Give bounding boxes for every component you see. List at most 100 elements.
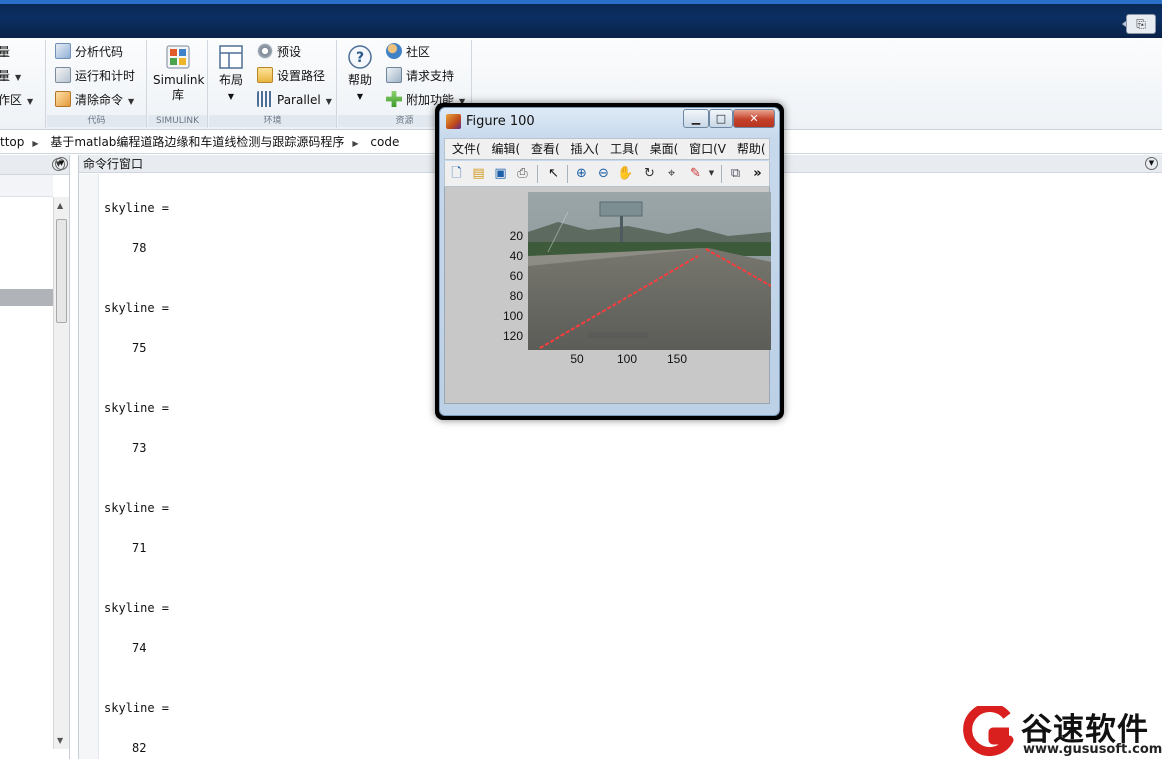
simulink-library-button[interactable]: Simulink 库 [153, 44, 204, 103]
app-title-bar: ⎘ [0, 0, 1162, 38]
chevron-down-icon: ▼ [27, 97, 34, 106]
output-value: 82 [132, 741, 147, 755]
current-folder-panel: ▼ ▲ ▼ [0, 155, 70, 759]
menu-desktop[interactable]: 桌面( [650, 142, 679, 156]
ribbon-group-label-code: 代码 [47, 115, 146, 127]
breadcrumb-item-desktop[interactable]: ttop [0, 135, 24, 149]
scroll-up-icon[interactable]: ▲ [57, 201, 63, 210]
x-tick-label: 100 [616, 352, 638, 366]
run-and-time-button[interactable]: 运行和计时 [55, 66, 135, 86]
pan-icon[interactable]: ✋ [617, 165, 634, 182]
figure-canvas[interactable]: 20 40 60 80 100 120 50 100 150 [444, 187, 772, 404]
help-button[interactable]: ? 帮助 ▼ [342, 44, 378, 104]
output-label: skyline = [104, 401, 170, 415]
output-value: 78 [132, 241, 147, 255]
menu-edit[interactable]: 编辑( [492, 142, 521, 156]
chevron-right-icon[interactable]: ▶ [32, 139, 38, 148]
road-image [528, 192, 772, 350]
figure-menu-bar: 文件( 编辑( 查看( 插入( 工具( 桌面( 窗口(V 帮助( ↘ [444, 138, 770, 160]
output-value: 73 [132, 441, 147, 455]
menu-insert[interactable]: 插入( [571, 142, 600, 156]
y-tick-label: 80 [509, 289, 523, 303]
chevron-down-icon[interactable]: ▼ [703, 165, 720, 182]
site-watermark-logo: 谷速软件 www.gususoft.com [963, 704, 1162, 759]
billboard [599, 201, 643, 217]
panel-menu-icon[interactable]: ▼ [55, 157, 68, 170]
rotate-icon[interactable]: ↻ [641, 165, 658, 182]
link-icon[interactable]: ⧉ [727, 165, 744, 182]
maximize-button[interactable]: □ [709, 109, 733, 128]
layout-icon [219, 45, 243, 69]
output-block: skyline = 73 [104, 401, 169, 455]
command-window-gutter [79, 174, 99, 759]
analyze-code-icon [55, 43, 71, 59]
ribbon-item-cut-2[interactable]: 量 ▼ [0, 66, 21, 86]
overflow-icon[interactable]: » [749, 165, 766, 182]
chevron-down-icon: ▼ [227, 92, 235, 101]
community-button[interactable]: 社区 [386, 42, 430, 62]
output-label: skyline = [104, 201, 170, 215]
output-value: 75 [132, 341, 147, 355]
selected-file-row[interactable] [0, 289, 53, 306]
vertical-scrollbar[interactable]: ▲ ▼ [53, 197, 69, 749]
breadcrumb-item-code[interactable]: code [370, 135, 399, 149]
output-block: skyline = 74 [104, 601, 169, 655]
command-window-title: 命令行窗口 [83, 157, 144, 171]
toolbar-divider [721, 165, 722, 183]
parallel-button[interactable]: Parallel ▼ [257, 90, 332, 110]
folder-icon [257, 67, 273, 83]
ribbon-item-cut-1[interactable]: 量 [0, 42, 10, 62]
scrollbar-thumb[interactable] [56, 219, 67, 323]
figure-title: Figure 100 [466, 114, 535, 129]
matlab-logo-icon [446, 114, 461, 129]
pointer-icon[interactable]: ↖ [545, 165, 562, 182]
chevron-right-icon[interactable]: ▶ [352, 139, 358, 148]
help-icon: ? [348, 45, 372, 69]
community-icon [386, 43, 402, 59]
minimize-button[interactable]: ▁ [683, 109, 709, 128]
menu-window[interactable]: 窗口(V [689, 142, 726, 156]
new-icon[interactable]: 🗋 [448, 165, 465, 182]
figure-toolbar: 🗋 ▤ ▣ ⎙ ↖ ⊕ ⊖ ✋ ↻ ⌖ ✎ ▼ ⧉ » [444, 161, 770, 187]
menu-help[interactable]: 帮助( [737, 142, 766, 156]
request-support-button[interactable]: 请求支持 [386, 66, 454, 86]
chevron-down-icon: ▼ [356, 92, 364, 101]
layout-button[interactable]: 布局 ▼ [213, 44, 249, 104]
zoom-in-icon[interactable]: ⊕ [573, 165, 590, 182]
parallel-icon [257, 91, 273, 107]
quick-access-icon[interactable]: ⎘ [1126, 14, 1156, 34]
eraser-icon [55, 91, 71, 107]
analyze-code-button[interactable]: 分析代码 [55, 42, 123, 62]
simulink-library-icon [166, 45, 190, 69]
ribbon-item-cut-3[interactable]: 作区 ▼ [0, 90, 33, 110]
open-icon[interactable]: ▤ [470, 165, 487, 182]
panel-menu-icon[interactable]: ▼ [1145, 157, 1158, 170]
close-button[interactable]: ✕ [733, 109, 775, 128]
figure-window[interactable]: Figure 100 ▁ □ ✕ 文件( 编辑( 查看( 插入( 工具( 桌面(… [435, 103, 784, 420]
data-cursor-icon[interactable]: ⌖ [663, 165, 680, 182]
menu-file[interactable]: 文件( [452, 142, 481, 156]
dashboard-edge [588, 332, 648, 338]
support-icon [386, 67, 402, 83]
scroll-down-icon[interactable]: ▼ [57, 736, 63, 745]
breadcrumb-item-project[interactable]: 基于matlab编程道路边缘和车道线检测与跟踪源码程序 [50, 135, 344, 149]
toolbar-divider [567, 165, 568, 183]
ribbon-group-environment: 布局 ▼ 预设 设置路径 Parallel ▼ 环境 [209, 40, 337, 128]
logo-url: www.gususoft.com [1023, 742, 1162, 757]
chevron-down-icon: ▼ [325, 97, 332, 106]
clear-commands-button[interactable]: 清除命令 ▼ [55, 90, 134, 110]
x-tick-label: 150 [666, 352, 688, 366]
menu-view[interactable]: 查看( [531, 142, 560, 156]
menu-tools[interactable]: 工具( [610, 142, 639, 156]
output-label: skyline = [104, 501, 170, 515]
image-axes[interactable] [528, 192, 772, 350]
file-list-header [0, 175, 53, 197]
set-path-button[interactable]: 设置路径 [257, 66, 325, 86]
y-tick-label: 100 [502, 309, 523, 323]
brush-icon[interactable]: ✎ [687, 165, 704, 182]
zoom-out-icon[interactable]: ⊖ [595, 165, 612, 182]
preferences-button[interactable]: 预设 [257, 42, 301, 62]
ribbon-group-label-environment: 环境 [209, 115, 336, 127]
save-icon[interactable]: ▣ [492, 165, 509, 182]
print-icon[interactable]: ⎙ [514, 165, 531, 182]
